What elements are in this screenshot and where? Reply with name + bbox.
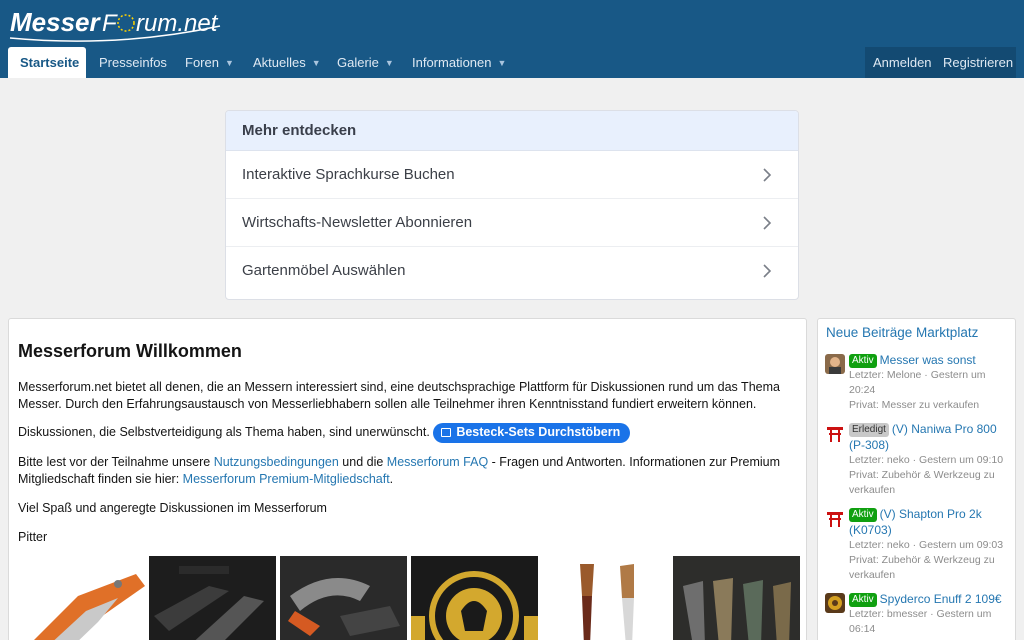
signature: Pitter	[18, 530, 48, 544]
post-title[interactable]: Aktiv (V) Shapton Pro 2k (K0703)	[849, 506, 1011, 538]
avatar[interactable]	[825, 354, 845, 374]
policy-text: Diskussionen, die Selbstverteidigung als…	[18, 425, 430, 439]
tab-label: Aktuelles	[253, 55, 306, 70]
sidebar-title[interactable]: Neue Beiträge Marktplatz	[826, 325, 978, 340]
faq-link[interactable]: Messerforum FAQ	[387, 455, 488, 469]
status-badge: Aktiv	[849, 593, 877, 607]
post-title-text: Spyderco Enuff 2 109€	[879, 592, 1002, 606]
site-header: Messer F rum.net Startseite Presseinfos …	[0, 0, 1024, 78]
post-forum[interactable]: Privat: Messer zu verkaufen	[849, 398, 1011, 413]
discover-item-label: Wirtschafts-Newsletter Abonnieren	[242, 214, 473, 231]
main-nav: Startseite Presseinfos Foren ▼ Aktuelles ▼…	[0, 47, 1024, 78]
avatar[interactable]	[825, 593, 845, 613]
rules-text: und die	[338, 455, 387, 469]
post-meta: Letzter: Melone · Gestern um 20:24	[849, 369, 986, 396]
discover-item-sprachkurse[interactable]: Interaktive Sprachkurse Buchen	[226, 151, 798, 199]
register-label: Registrieren	[943, 55, 1014, 70]
status-badge: Aktiv	[849, 354, 877, 368]
gallery-thumb-black-knives[interactable]	[149, 556, 276, 640]
post-forum[interactable]: Privat: Zubehör & Werkzeug zu verkaufen	[849, 468, 1011, 498]
premium-link[interactable]: Messerforum Premium-Mitgliedschaft	[183, 472, 390, 486]
post-meta: Letzter: neko · Gestern um 09:03	[849, 539, 1004, 551]
status-badge: Erledigt	[849, 423, 889, 437]
tab-aktuelles[interactable]: Aktuelles ▼	[241, 47, 333, 78]
chevron-down-icon[interactable]: ▼	[498, 48, 507, 79]
login-button[interactable]: Anmelden	[865, 47, 940, 78]
greeting-paragraph: Viel Spaß und angeregte Diskussionen im …	[18, 501, 327, 515]
post-title[interactable]: Aktiv Spyderco Enuff 2 109€	[849, 591, 1011, 607]
post-meta: Letzter: bmesser · Gestern um 06:14	[849, 608, 992, 635]
avatar[interactable]	[825, 508, 845, 528]
besteck-sets-button[interactable]: Besteck-Sets Durchstöbern	[433, 423, 631, 443]
policy-paragraph: Diskussionen, die Selbstverteidigung als…	[18, 423, 798, 443]
register-button[interactable]: Registrieren	[935, 47, 1016, 78]
discover-item-gartenmoebel[interactable]: Gartenmöbel Auswählen	[226, 247, 798, 295]
status-badge: Aktiv	[849, 508, 877, 522]
gallery-strip	[18, 556, 806, 640]
svg-text:F: F	[102, 10, 118, 37]
avatar[interactable]	[825, 423, 845, 443]
gallery-thumb-orange-knife[interactable]	[18, 556, 145, 640]
post-title-text: Messer was sonst	[879, 353, 976, 367]
tab-galerie[interactable]: Galerie ▼	[325, 47, 406, 78]
tab-label: Informationen	[412, 55, 492, 70]
logo-graphic: Messer F rum.net	[9, 7, 221, 42]
tab-label: Foren	[185, 55, 219, 70]
gallery-thumb-knife-collection[interactable]	[673, 556, 800, 640]
tab-startseite[interactable]: Startseite	[8, 47, 86, 78]
svg-text:rum.net: rum.net	[136, 10, 219, 37]
tab-foren[interactable]: Foren ▼	[173, 47, 246, 78]
tab-informationen[interactable]: Informationen ▼	[400, 47, 518, 78]
tab-label: Galerie	[337, 55, 379, 70]
discover-box: Mehr entdecken Interaktive Sprachkurse B…	[225, 110, 799, 300]
chevron-right-icon	[762, 247, 772, 295]
gallery-thumb-wooden-knives[interactable]	[542, 556, 669, 640]
page-title: Messerforum Willkommen	[18, 341, 242, 361]
discover-item-label: Gartenmöbel Auswählen	[242, 262, 406, 279]
welcome-block: Messerforum Willkommen Messerforum.net b…	[8, 318, 807, 640]
post-forum[interactable]: Privat: Zubehör & Werkzeug zu verkaufen	[849, 553, 1011, 583]
chevron-down-icon[interactable]: ▼	[312, 48, 321, 79]
rules-text: .	[389, 472, 394, 486]
tab-presseinfos[interactable]: Presseinfos	[87, 47, 179, 78]
gallery-thumb-spartan-logo[interactable]	[411, 556, 538, 640]
tab-label: Startseite	[20, 55, 80, 70]
site-logo[interactable]: Messer F rum.net	[8, 4, 228, 44]
post-title[interactable]: Erledigt (V) Naniwa Pro 800 (P-308)	[849, 421, 1011, 453]
chevron-down-icon[interactable]: ▼	[225, 48, 234, 79]
rules-paragraph: Bitte lest vor der Teilnahme unsere Nutz…	[18, 454, 798, 488]
chevron-right-icon	[762, 151, 772, 199]
chevron-down-icon[interactable]: ▼	[385, 48, 394, 79]
intro-paragraph: Messerforum.net bietet all denen, die an…	[18, 380, 780, 411]
cta-label: Besteck-Sets Durchstöbern	[456, 425, 621, 439]
chevron-right-icon	[762, 199, 772, 247]
svg-text:Messer: Messer	[10, 7, 101, 37]
marketplace-sidebar: Neue Beiträge Marktplatz Aktiv Messer was…	[817, 318, 1016, 640]
discover-item-label: Interaktive Sprachkurse Buchen	[242, 166, 455, 183]
discover-item-newsletter[interactable]: Wirtschafts-Newsletter Abonnieren	[226, 199, 798, 247]
discover-title: Mehr entdecken	[226, 111, 798, 151]
tab-label: Presseinfos	[99, 55, 167, 70]
post-meta: Letzter: neko · Gestern um 09:10	[849, 454, 1004, 466]
login-label: Anmelden	[873, 55, 932, 70]
terms-link[interactable]: Nutzungsbedingungen	[214, 455, 339, 469]
catalog-icon	[441, 428, 452, 437]
rules-text: Bitte lest vor der Teilnahme unsere	[18, 455, 214, 469]
post-title[interactable]: Aktiv Messer was sonst	[849, 352, 1011, 368]
gallery-thumb-karambit[interactable]	[280, 556, 407, 640]
